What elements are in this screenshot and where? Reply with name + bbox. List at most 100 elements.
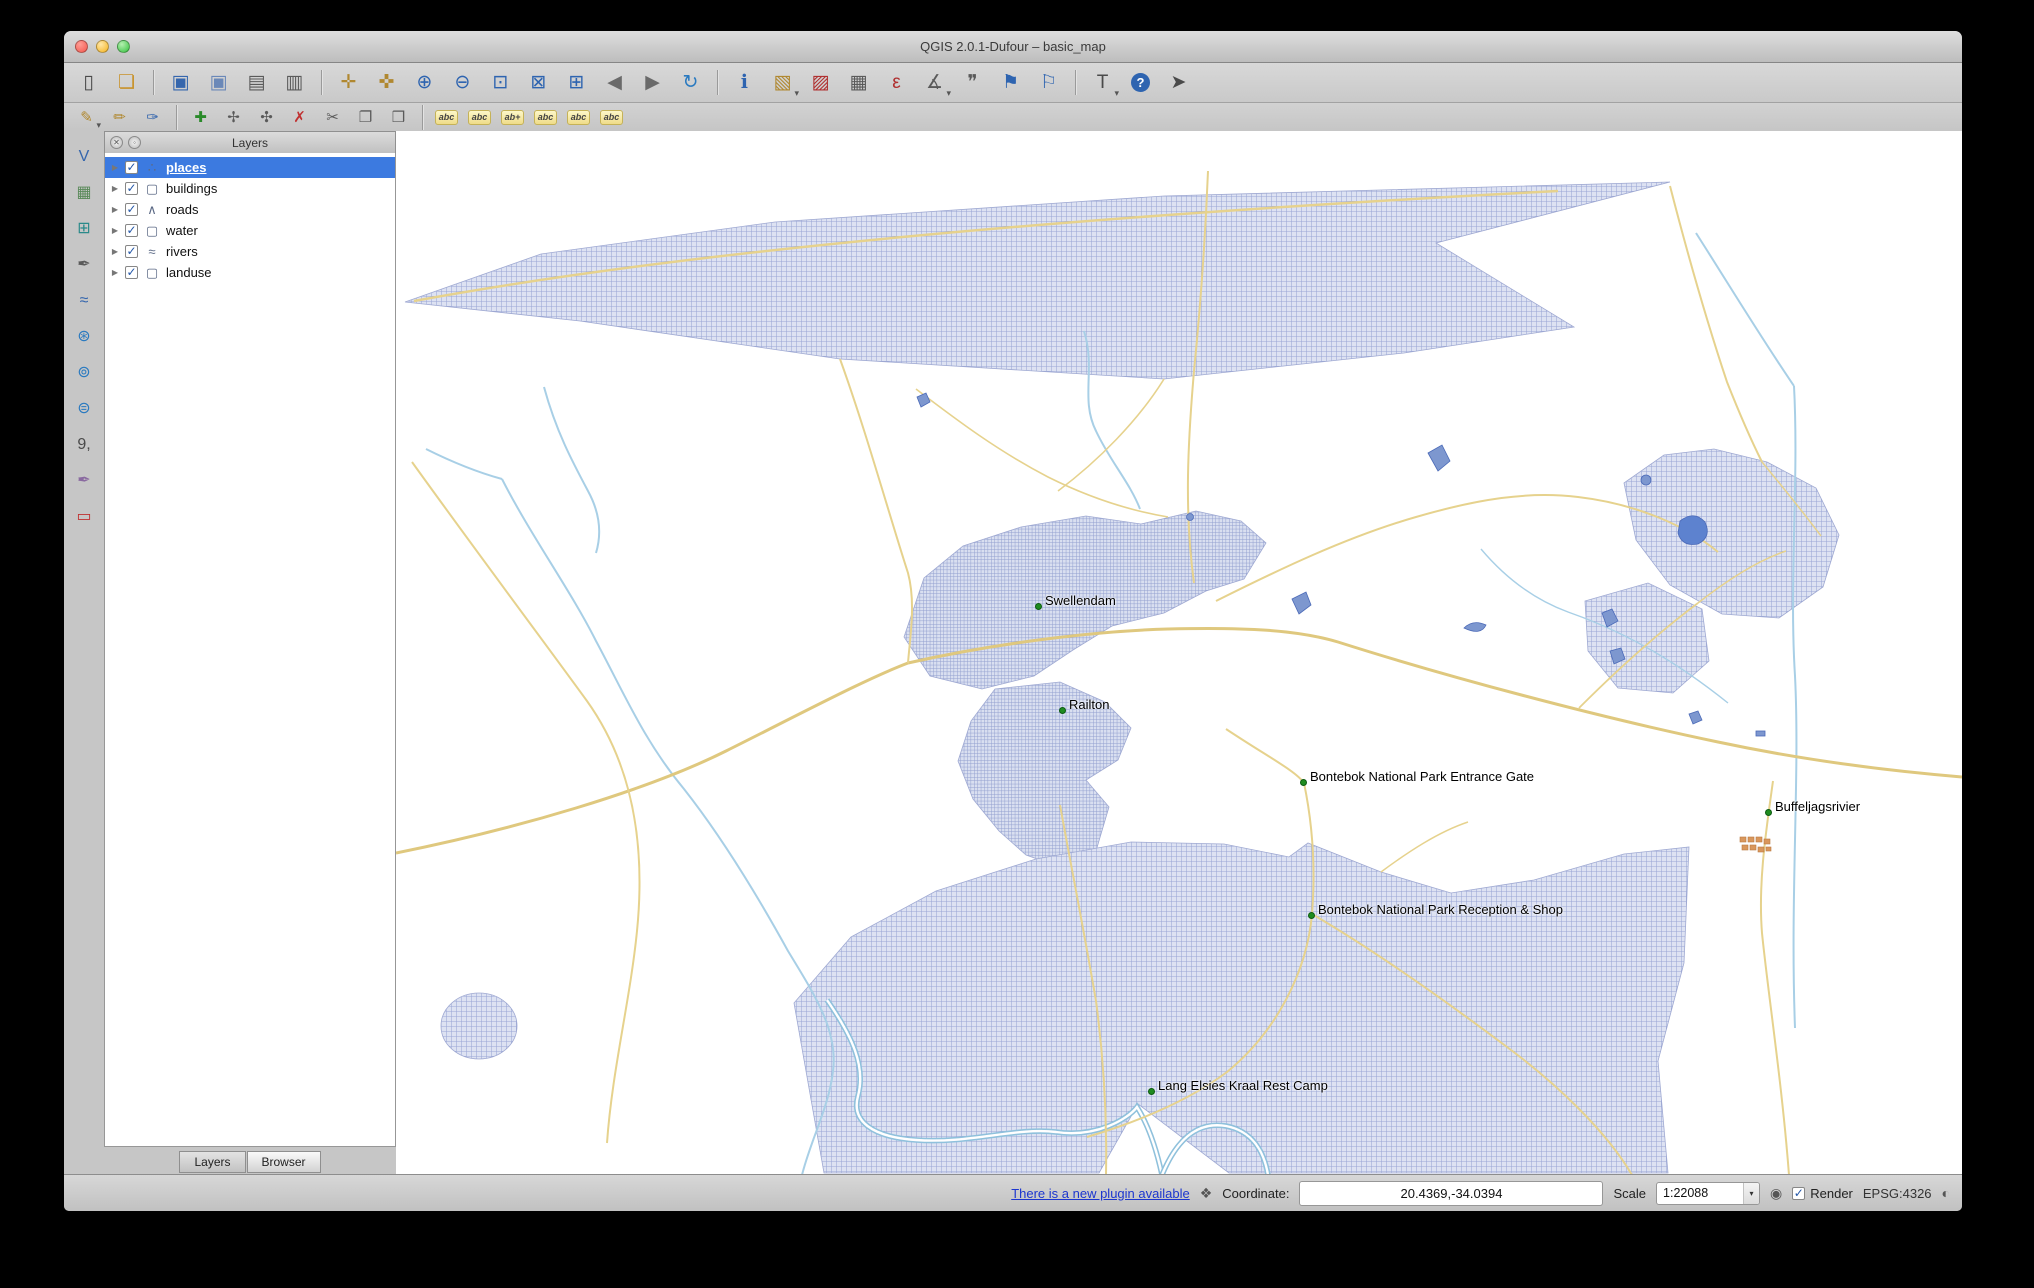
- expander-arrow-icon[interactable]: ▶: [110, 247, 120, 256]
- open-project-button[interactable]: ❏: [110, 67, 143, 98]
- coordinate-input[interactable]: [1299, 1180, 1604, 1206]
- add-feature-button[interactable]: ✚: [186, 105, 215, 130]
- node-tool-button[interactable]: ✣: [252, 105, 281, 130]
- add-mssql-layer-button[interactable]: ⊞: [69, 215, 99, 243]
- layer-visibility-checkbox[interactable]: [125, 224, 138, 237]
- zoom-out-button[interactable]: ⊖: [446, 67, 479, 98]
- tab-layers[interactable]: Layers: [179, 1151, 246, 1173]
- layer-item-buildings[interactable]: ▶ ▢ buildings: [105, 178, 395, 199]
- expander-arrow-icon[interactable]: ▶: [110, 163, 120, 172]
- show-bookmarks-button[interactable]: ⚐: [1032, 67, 1065, 98]
- label-settings-button[interactable]: abc: [432, 105, 461, 130]
- new-plugin-link[interactable]: There is a new plugin available: [1011, 1186, 1190, 1201]
- add-raster-layer-button[interactable]: ▦: [69, 179, 99, 207]
- expander-arrow-icon[interactable]: ▶: [110, 226, 120, 235]
- layer-tree: ▶ ∴ places ▶ ▢ buildings ▶ ∧ roads: [104, 153, 396, 1147]
- save-project-as-button[interactable]: ▣: [202, 67, 235, 98]
- toggle-editing-button[interactable]: ✏: [105, 105, 134, 130]
- select-features-button[interactable]: ▧: [766, 67, 799, 99]
- plugin-icon[interactable]: ❖: [1200, 1185, 1213, 1202]
- render-checkbox[interactable]: [1792, 1186, 1806, 1200]
- label-show-hide-button[interactable]: ab+: [498, 105, 527, 130]
- layer-item-roads[interactable]: ▶ ∧ roads: [105, 199, 395, 220]
- composer-manager-button[interactable]: ▥: [278, 67, 311, 98]
- scale-lock-icon[interactable]: ◉: [1770, 1185, 1782, 1202]
- layer-visibility-checkbox[interactable]: [125, 266, 138, 279]
- identify-features-button[interactable]: ℹ: [728, 67, 761, 98]
- zoom-to-selection-button[interactable]: ⊠: [522, 67, 555, 98]
- zoom-full-button[interactable]: ⊡: [484, 67, 517, 98]
- add-vector-layer-button[interactable]: V: [69, 143, 99, 171]
- layer-visibility-checkbox[interactable]: [125, 182, 138, 195]
- toolbar-separator: [176, 105, 177, 130]
- help-button[interactable]: ?: [1124, 67, 1157, 98]
- layer-item-places[interactable]: ▶ ∴ places: [105, 157, 395, 178]
- paste-features-button[interactable]: ❒: [384, 105, 413, 130]
- deselect-features-button[interactable]: ▨: [804, 67, 837, 98]
- new-bookmark-button[interactable]: ⚑: [994, 67, 1027, 98]
- new-spatialite-layer-button[interactable]: ✒: [69, 467, 99, 495]
- minimize-button[interactable]: [96, 40, 109, 53]
- cut-features-button[interactable]: ✂: [318, 105, 347, 130]
- expander-arrow-icon[interactable]: ▶: [110, 268, 120, 277]
- new-shapefile-layer-button[interactable]: ▭: [69, 503, 99, 531]
- zoom-last-button[interactable]: ◀: [598, 67, 631, 98]
- close-button[interactable]: [75, 40, 88, 53]
- layer-type-icon: ▢: [145, 222, 159, 238]
- title-bar[interactable]: QGIS 2.0.1-Dufour – basic_map: [64, 31, 1962, 63]
- layers-panel: ✕ ◦ Layers ▶ ∴ places ▶ ▢ building: [104, 131, 396, 1175]
- status-bar: There is a new plugin available ❖ Coordi…: [64, 1174, 1962, 1211]
- add-postgis-layer-button[interactable]: ≈: [69, 287, 99, 315]
- current-edits-button[interactable]: ✎: [72, 105, 101, 131]
- open-attribute-table-button[interactable]: ▦: [842, 67, 875, 98]
- save-project-button[interactable]: ▣: [164, 67, 197, 98]
- tab-browser[interactable]: Browser: [246, 1151, 321, 1173]
- layers-panel-header[interactable]: ✕ ◦ Layers: [104, 131, 396, 155]
- new-project-button[interactable]: ▯: [72, 67, 105, 98]
- panel-close-icon[interactable]: ✕: [110, 136, 123, 149]
- zoom-in-button[interactable]: ⊕: [408, 67, 441, 98]
- new-print-composer-button[interactable]: ▤: [240, 67, 273, 98]
- label-move-button[interactable]: abc: [531, 105, 560, 130]
- measure-button[interactable]: ∡: [918, 67, 951, 99]
- add-spatialite-layer-button[interactable]: ✒: [69, 251, 99, 279]
- add-wms-layer-button[interactable]: ⊛: [69, 323, 99, 351]
- zoom-next-button[interactable]: ▶: [636, 67, 669, 98]
- layer-item-landuse[interactable]: ▶ ▢ landuse: [105, 262, 395, 283]
- layer-visibility-checkbox[interactable]: [125, 161, 138, 174]
- map-canvas[interactable]: [396, 131, 1962, 1175]
- layers-panel-title: Layers: [231, 136, 269, 150]
- save-layer-edits-button[interactable]: ✑: [138, 105, 167, 130]
- crs-status-icon[interactable]: ◐: [1942, 1185, 1950, 1201]
- window-zoom-button[interactable]: [117, 40, 130, 53]
- panel-float-icon[interactable]: ◦: [128, 136, 141, 149]
- add-wcs-layer-button[interactable]: ⊚: [69, 359, 99, 387]
- layer-item-rivers[interactable]: ▶ ≈ rivers: [105, 241, 395, 262]
- pan-map-button[interactable]: ✛: [332, 67, 365, 98]
- expander-arrow-icon[interactable]: ▶: [110, 184, 120, 193]
- delete-selected-button[interactable]: ✗: [285, 105, 314, 130]
- layer-name: places: [166, 160, 207, 175]
- label-pin-button[interactable]: abc: [465, 105, 494, 130]
- label-rotate-button[interactable]: abc: [564, 105, 593, 130]
- add-wfs-layer-button[interactable]: ⊜: [69, 395, 99, 423]
- label-properties-button[interactable]: abc: [597, 105, 626, 130]
- copy-features-button[interactable]: ❐: [351, 105, 380, 130]
- field-calculator-button[interactable]: ε: [880, 67, 913, 98]
- scale-dropdown-arrow-icon[interactable]: ▾: [1743, 1182, 1760, 1204]
- expander-arrow-icon[interactable]: ▶: [110, 205, 120, 214]
- refresh-map-button[interactable]: ↻: [674, 67, 707, 98]
- layer-item-water[interactable]: ▶ ▢ water: [105, 220, 395, 241]
- pan-to-selection-button[interactable]: ✜: [370, 67, 403, 98]
- window-title: QGIS 2.0.1-Dufour – basic_map: [920, 39, 1106, 54]
- zoom-to-layer-button[interactable]: ⊞: [560, 67, 593, 98]
- text-annotation-button[interactable]: T: [1086, 67, 1119, 99]
- scale-combobox[interactable]: 1:22088 ▾: [1656, 1181, 1761, 1205]
- layer-visibility-checkbox[interactable]: [125, 203, 138, 216]
- toolbar-separator: [1075, 70, 1076, 95]
- map-tips-button[interactable]: ❞: [956, 67, 989, 98]
- add-delimited-text-button[interactable]: 9,: [69, 431, 99, 459]
- move-feature-button[interactable]: ✢: [219, 105, 248, 130]
- whats-this-button[interactable]: ➤: [1162, 67, 1195, 98]
- layer-visibility-checkbox[interactable]: [125, 245, 138, 258]
